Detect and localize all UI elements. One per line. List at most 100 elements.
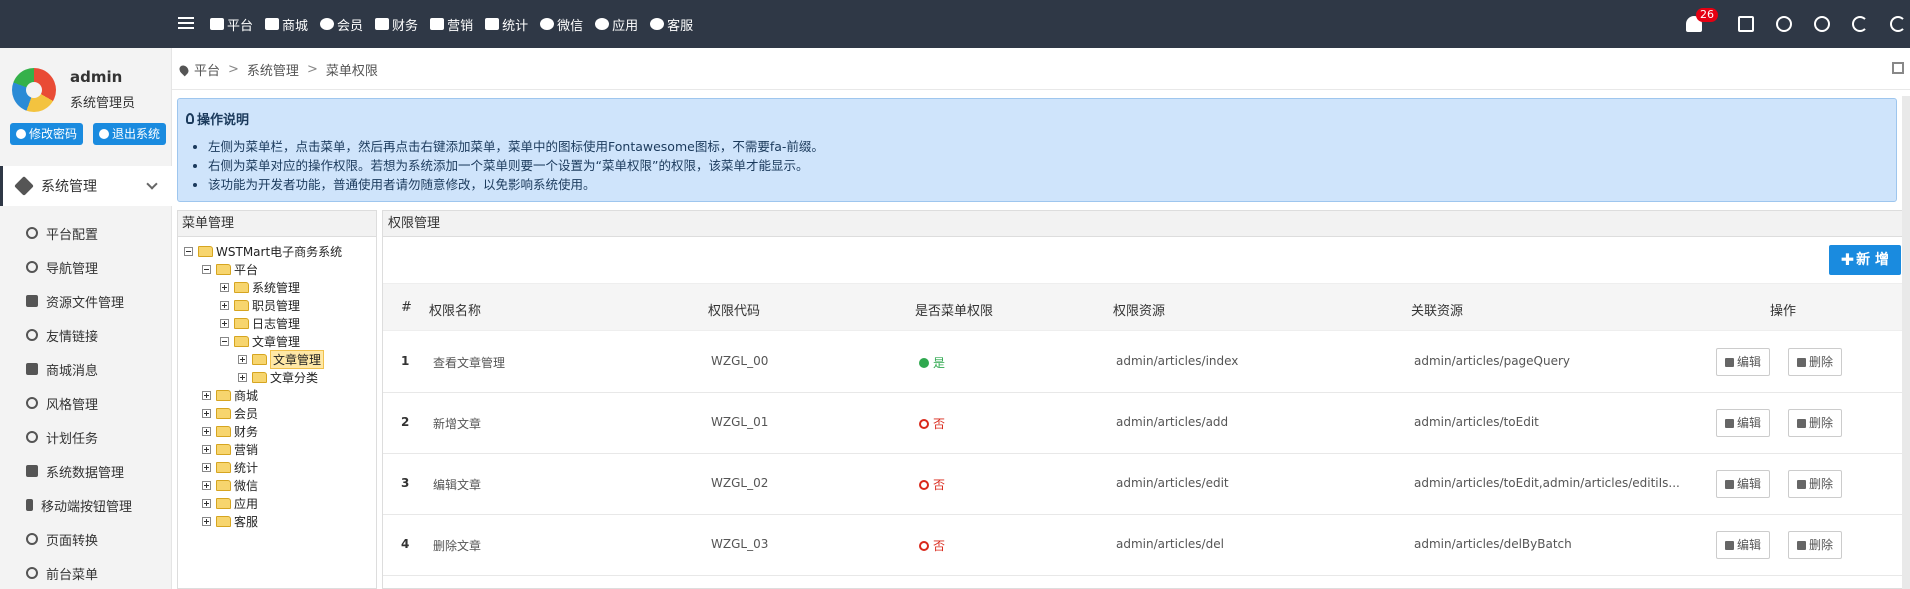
instruction-line: 右侧为菜单对应的操作权限。若想为系统添加一个菜单则要一个设置为“菜单权限”的权限… [208,156,824,175]
folder-icon [216,407,231,419]
delete-button[interactable]: 删除 [1788,470,1843,498]
refresh-icon[interactable] [1852,16,1868,32]
tree-node[interactable]: 文章分类 [238,369,318,385]
sidebar-item-front-menu[interactable]: 前台菜单 [0,556,172,589]
expand-icon[interactable] [202,480,211,490]
tree-node[interactable]: 平台 [202,261,258,277]
permission-resource: admin/articles/edit [1116,476,1229,490]
delete-button[interactable]: 删除 [1788,348,1843,376]
edit-button[interactable]: 编辑 [1716,470,1771,498]
expand-icon[interactable] [220,300,229,310]
topnav-stats[interactable]: 统计 [485,15,528,34]
row-number: 4 [401,537,410,551]
edit-button[interactable]: 编辑 [1716,348,1771,376]
row-number: 3 [401,476,410,490]
sidebar-item-mobile-buttons[interactable]: 移动端按钮管理 [0,488,172,522]
pencil-icon [1725,418,1734,428]
edit-button[interactable]: 编辑 [1716,409,1771,437]
pencil-icon [1725,357,1734,367]
sidebar-item-messages[interactable]: 商城消息 [0,352,172,386]
topnav-marketing[interactable]: 营销 [430,15,473,34]
change-password-button[interactable]: 修改密码 [10,123,84,145]
is-menu-status: 否 [919,476,945,493]
breadcrumb-system[interactable]: 系统管理 [247,60,299,79]
tree-node[interactable]: 营销 [202,441,258,457]
permission-code: WZGL_01 [711,415,769,429]
collapse-icon[interactable] [184,246,193,256]
tree-node[interactable]: 系统管理 [220,279,300,295]
table-row: 1 查看文章管理 WZGL_00 是 admin/articles/index … [383,332,1910,393]
sidebar-item-platform-config[interactable]: 平台配置 [0,216,172,250]
expand-icon[interactable] [202,408,211,418]
delete-button[interactable]: 删除 [1788,409,1843,437]
permission-resource: admin/articles/index [1116,354,1239,368]
top-right-tools: 26 [1686,0,1910,48]
sidebar-item-page-convert[interactable]: 页面转换 [0,522,172,556]
user-role: 系统管理员 [70,96,136,111]
tree-node[interactable]: 应用 [202,495,258,511]
tree-node[interactable]: 会员 [202,405,258,421]
handshake-icon[interactable] [1814,16,1830,32]
permission-resource: admin/articles/add [1116,415,1229,429]
expand-icon[interactable] [238,354,247,364]
expand-icon[interactable] [202,444,211,454]
tree-node[interactable]: 统计 [202,459,258,475]
expand-icon[interactable] [202,462,211,472]
sidebar-item-resources[interactable]: 资源文件管理 [0,284,172,318]
permission-name: 删除文章 [433,539,482,553]
lightbulb-icon [186,113,194,124]
expand-icon[interactable] [202,426,211,436]
topnav-member[interactable]: 会员 [320,15,363,34]
sidebar-item-links[interactable]: 友情链接 [0,318,172,352]
power-icon[interactable] [1890,16,1906,32]
sidebar-item-tasks[interactable]: 计划任务 [0,420,172,454]
column-header: 权限代码 [708,304,761,319]
expand-icon[interactable] [238,372,247,382]
topnav-apps[interactable]: 应用 [595,15,638,34]
notification-bell[interactable]: 26 [1686,8,1718,32]
expand-icon[interactable] [220,282,229,292]
edit-button[interactable]: 编辑 [1716,531,1771,559]
sidebar-item-navigation[interactable]: 导航管理 [0,250,172,284]
chevron-down-icon [146,178,158,190]
location-icon[interactable] [1776,16,1792,32]
topnav-service[interactable]: 客服 [650,15,693,34]
tree-node[interactable]: 客服 [202,513,258,529]
topnav-mall[interactable]: 商城 [265,15,308,34]
folder-icon [234,299,249,311]
logout-button[interactable]: 退出系统 [93,123,167,145]
breadcrumb-platform[interactable]: 平台 [194,60,220,79]
expand-icon[interactable] [202,390,211,400]
fullscreen-icon[interactable] [1892,62,1904,74]
tree-node-selected[interactable]: 文章管理 [238,349,325,369]
collapse-icon[interactable] [202,264,211,274]
page-scrollbar[interactable] [1902,96,1910,589]
collapse-icon[interactable] [220,336,229,346]
sidebar-item-data[interactable]: 系统数据管理 [0,454,172,488]
tree-node[interactable]: 文章管理 [220,333,300,349]
desktop-icon[interactable] [1738,16,1754,32]
column-header: 操作 [1770,304,1797,319]
menu-toggle-icon[interactable] [178,14,194,30]
topnav-finance[interactable]: 财务 [375,15,418,34]
tree-node[interactable]: 日志管理 [220,315,300,331]
monitor-icon [210,18,224,30]
expand-icon[interactable] [220,318,229,328]
row-number: 1 [401,354,410,368]
expand-icon[interactable] [202,516,211,526]
add-permission-button[interactable]: ✚ 新 增 [1828,245,1901,275]
top-navbar: 平台 商城 会员 财务 营销 统计 微信 应用 客服 26 [0,0,1910,48]
tree-node[interactable]: WSTMart电子商务系统 [184,243,342,259]
tree-node[interactable]: 商城 [202,387,258,403]
tree-node[interactable]: 财务 [202,423,258,439]
folder-icon [252,353,267,365]
topnav-wechat[interactable]: 微信 [540,15,583,34]
permission-name: 新增文章 [433,417,482,431]
sidebar-section-system[interactable]: 系统管理 [0,166,172,206]
delete-button[interactable]: 删除 [1788,531,1843,559]
sidebar-item-styles[interactable]: 风格管理 [0,386,172,420]
topnav-platform[interactable]: 平台 [210,15,253,34]
tree-node[interactable]: 微信 [202,477,258,493]
expand-icon[interactable] [202,498,211,508]
tree-node[interactable]: 职员管理 [220,297,300,313]
